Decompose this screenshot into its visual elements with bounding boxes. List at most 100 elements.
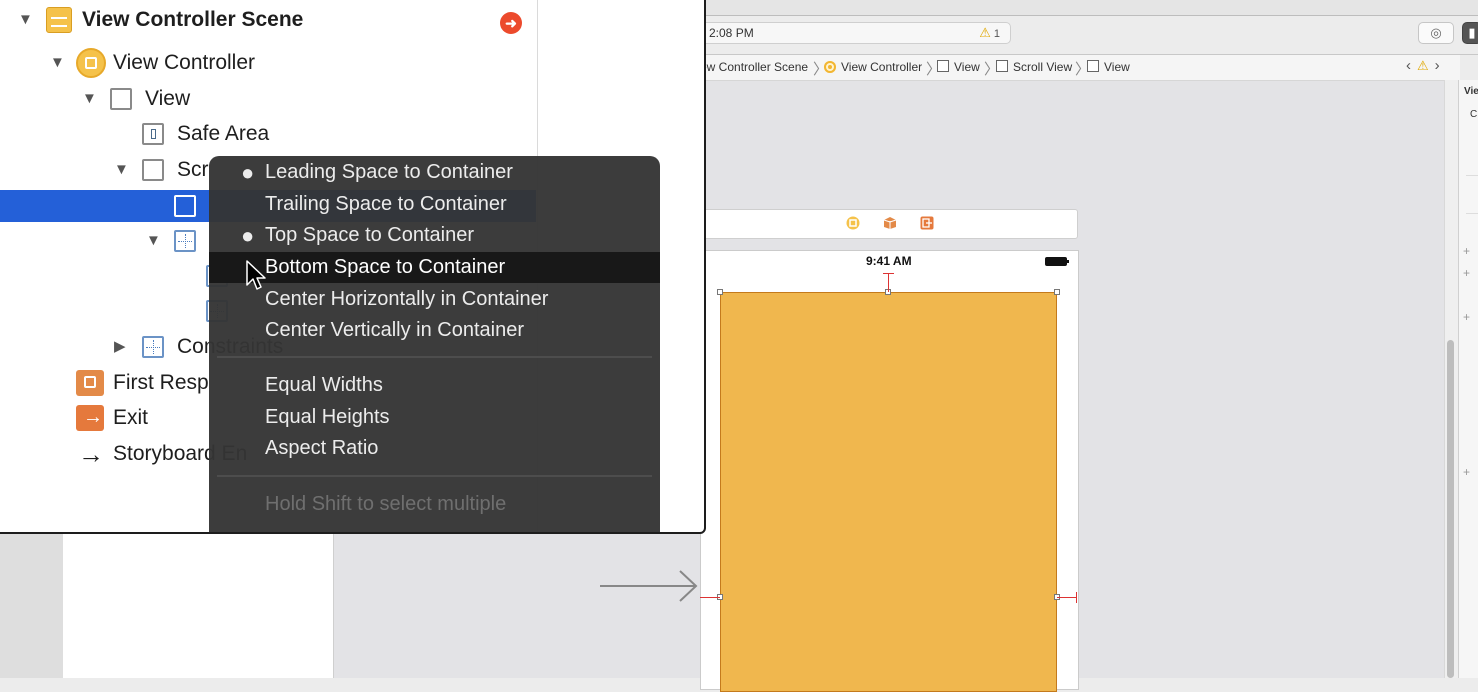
crumb-view-controller[interactable]: View Controller: [824, 60, 922, 74]
outline-row-view[interactable]: ▼ View: [0, 83, 536, 115]
entry-point-arrow-icon[interactable]: [600, 568, 700, 604]
menu-item-aspect-ratio[interactable]: Aspect Ratio: [209, 433, 660, 464]
scroll-view-label: Scr: [177, 158, 209, 181]
plus-icon[interactable]: +: [1463, 244, 1470, 258]
top-constraint-cap: [883, 273, 894, 274]
activity-time: 2:08 PM: [709, 26, 754, 40]
menu-item-label: Trailing Space to Container: [265, 193, 507, 215]
trailing-constraint[interactable]: [1057, 597, 1077, 598]
view-icon: [174, 195, 196, 217]
scroll-view-icon: [142, 159, 164, 181]
scene-icon: [46, 7, 72, 33]
view-controller-icon: [76, 48, 106, 78]
crumb-scene[interactable]: ew Controller Scene: [700, 60, 808, 74]
menu-item-equal-widths[interactable]: Equal Widths: [209, 370, 660, 401]
crumb-view-label: View: [954, 60, 980, 74]
menu-hint: Hold Shift to select multiple: [209, 489, 660, 520]
mouse-pointer-icon: [246, 260, 266, 290]
version-editor-button[interactable]: ◎: [1418, 22, 1454, 44]
menu-item-label: Leading Space to Container: [265, 161, 513, 183]
menu-item-bottom-space[interactable]: Bottom Space to Container: [209, 252, 660, 283]
trailing-constraint-cap: [1076, 592, 1077, 603]
crumb-scroll-view-label: Scroll View: [1013, 60, 1073, 74]
view-icon: [110, 88, 132, 110]
outline-row-scene[interactable]: ▼ View Controller Scene ➜: [0, 4, 536, 36]
warning-icon: ⚠: [1417, 58, 1435, 73]
warning-icon: ⚠: [979, 25, 991, 40]
menu-item-center-horizontally[interactable]: Center Horizontally in Container: [209, 284, 660, 315]
menu-item-center-vertically[interactable]: Center Vertically in Container: [209, 315, 660, 346]
constraints-icon: [142, 336, 164, 358]
scroll-view-icon: [996, 60, 1008, 72]
view-icon: [937, 60, 949, 72]
bullet-icon: ●: [241, 223, 255, 248]
disclosure-triangle-icon[interactable]: ▼: [18, 4, 33, 36]
view-label: View: [145, 87, 191, 110]
exit-icon[interactable]: [920, 216, 934, 230]
menu-item-label: Center Vertically in Container: [265, 319, 525, 341]
first-responder-icon: [76, 370, 104, 396]
safe-area-label: Safe Area: [177, 122, 270, 145]
activity-viewer: 2:08 PM ⚠ 1: [700, 22, 1011, 44]
panel-icon: ▮: [1468, 25, 1476, 40]
resize-handle[interactable]: [1054, 289, 1060, 295]
inspector-divider-line: [1466, 175, 1478, 176]
menu-item-trailing-space[interactable]: Trailing Space to Container: [209, 189, 660, 220]
disclosure-triangle-right-icon[interactable]: ▶: [114, 331, 126, 363]
menu-item-label: Equal Heights: [265, 406, 390, 428]
warning-count: 1: [993, 28, 1000, 40]
view-icon: [1087, 60, 1099, 72]
first-responder-label: First Resp: [113, 371, 209, 394]
resize-handle[interactable]: [717, 289, 723, 295]
disclosure-triangle-icon[interactable]: ▼: [50, 47, 65, 79]
view-controller-icon[interactable]: [846, 216, 860, 230]
status-bar-time: 9:41 AM: [866, 254, 912, 268]
menu-item-label: Top Space to Container: [265, 224, 475, 246]
exit-icon: [76, 401, 104, 433]
crumb-content-view[interactable]: View: [1087, 60, 1130, 74]
menu-item-label: Center Horizontally in Container: [265, 288, 549, 310]
view-controller-label: View Controller: [113, 51, 256, 74]
window-title-strip: [700, 0, 1478, 16]
inspector-heading: Vie: [1464, 86, 1478, 97]
first-responder-icon[interactable]: [883, 216, 897, 230]
issue-navigation[interactable]: ‹⚠›: [1406, 57, 1446, 74]
menu-separator: [217, 356, 652, 358]
outline-row-view-controller[interactable]: ▼ View Controller: [0, 47, 536, 79]
menu-item-top-space[interactable]: ● Top Space to Container: [209, 220, 660, 251]
view-controller-icon: [824, 61, 836, 73]
exit-label: Exit: [113, 406, 149, 429]
leading-constraint[interactable]: [700, 597, 720, 598]
content-view[interactable]: [720, 292, 1057, 692]
menu-item-equal-heights[interactable]: Equal Heights: [209, 402, 660, 433]
warning-indicator[interactable]: ⚠ 1: [979, 23, 1000, 44]
inspector-toggle-button[interactable]: ▮: [1462, 22, 1478, 44]
outline-row-safe-area[interactable]: Safe Area: [0, 118, 536, 150]
safe-area-icon: [142, 123, 164, 145]
plus-icon[interactable]: +: [1463, 266, 1470, 280]
inspector-panel: [1458, 80, 1478, 678]
crumb-view[interactable]: View: [937, 60, 980, 74]
inspector-divider-line: [1466, 213, 1478, 214]
crumb-content-view-label: View: [1104, 60, 1130, 74]
disclosure-triangle-icon[interactable]: ▼: [114, 154, 129, 186]
chevron-left-icon[interactable]: ‹: [1406, 57, 1417, 74]
plus-icon[interactable]: +: [1463, 465, 1470, 479]
top-constraint[interactable]: [888, 273, 889, 292]
crumb-scroll-view[interactable]: Scroll View: [996, 60, 1072, 74]
chevron-right-icon[interactable]: ›: [1435, 57, 1446, 74]
stack-view-icon: [174, 230, 196, 252]
arrow-right-icon: →: [78, 439, 104, 469]
canvas-scrollbar[interactable]: [1447, 340, 1454, 678]
menu-item-leading-space[interactable]: ● Leading Space to Container: [209, 157, 660, 188]
disclosure-triangle-icon[interactable]: ▼: [146, 225, 161, 257]
scene-title: View Controller Scene: [82, 8, 304, 31]
bullet-icon: ●: [241, 160, 255, 185]
menu-separator: [217, 475, 652, 477]
outline-panel-background: [63, 530, 334, 678]
plus-icon[interactable]: +: [1463, 310, 1470, 324]
disclosure-triangle-icon[interactable]: ▼: [82, 83, 97, 115]
error-arrow-icon[interactable]: ➜: [500, 12, 522, 34]
constraint-context-menu: ● Leading Space to Container Trailing Spa…: [209, 156, 660, 532]
inspector-label: C: [1470, 109, 1478, 120]
